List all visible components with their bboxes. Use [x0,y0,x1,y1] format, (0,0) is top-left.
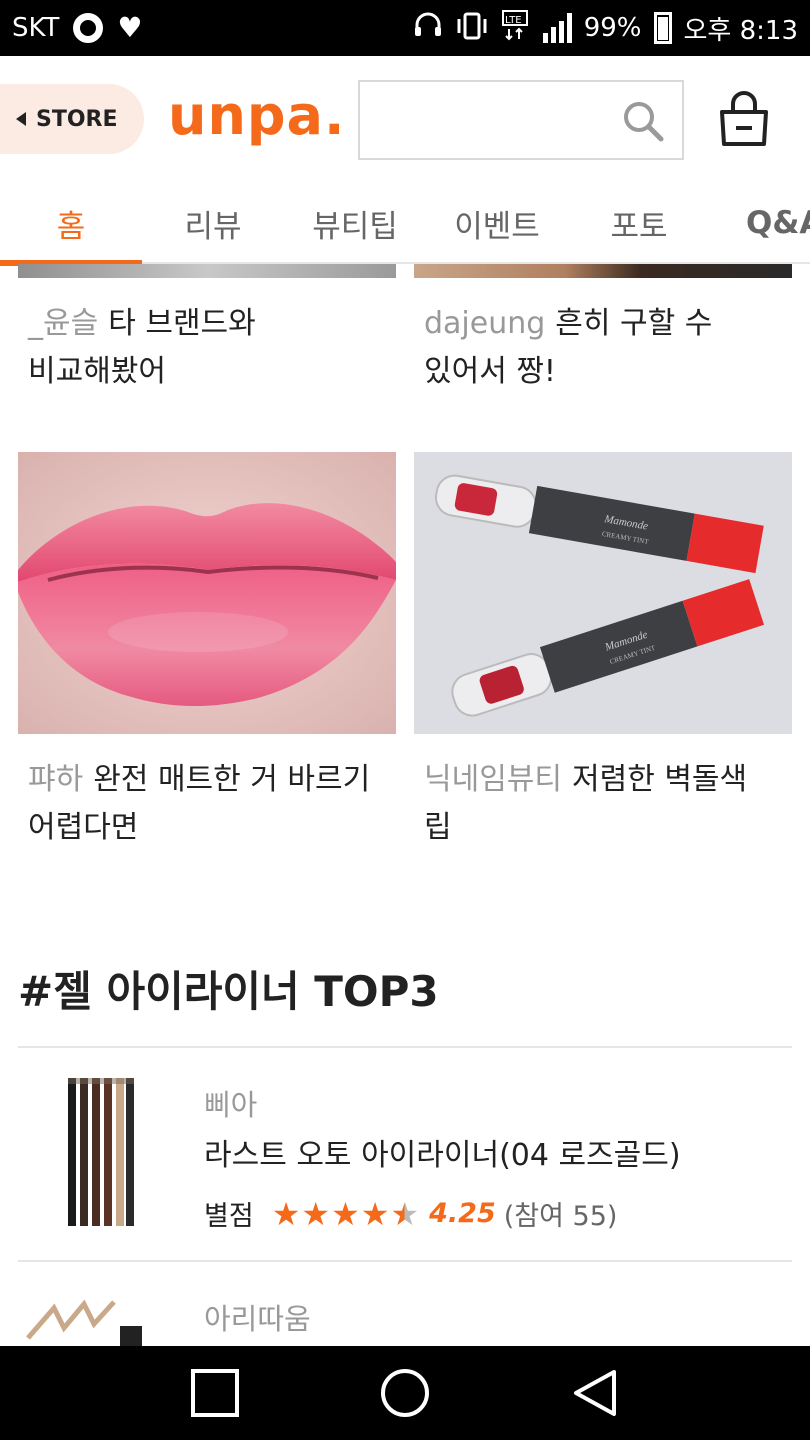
battery-icon [653,12,672,44]
tab-home[interactable]: 홈 [0,182,142,266]
clock: 오후 8:13 [683,15,799,46]
product-image [68,1078,134,1226]
back-button[interactable] [565,1363,625,1423]
review-caption-4[interactable]: 닉네임뷰티 저렴한 벽돌색 립 [424,756,804,852]
app-header: STORE unpa. [0,56,810,182]
search-box[interactable] [358,80,684,160]
rating-stars: ★ ★ ★ ★ ★ [272,1198,419,1230]
review-photo-3[interactable] [18,452,396,734]
product-item[interactable]: 아리따움 [18,1262,792,1346]
recent-apps-button[interactable] [185,1363,245,1423]
review-photo-4[interactable]: Mamonde CREAMY TINT Mamonde CREAMY TINT [414,452,792,734]
search-icon[interactable] [622,100,664,142]
star-icon: ★ [271,1194,301,1233]
vibrate-icon [455,11,489,46]
review-text-2: 어렵다면 [28,810,139,845]
back-arrow-icon [16,112,26,126]
review-caption-2[interactable]: dajeung 흔히 구할 수 있어서 짱! [424,300,804,396]
carrier-label: SKT [12,13,60,43]
star-icon: ★ [301,1194,331,1233]
star-icon: ★ [360,1194,390,1233]
review-user: dajeung [424,306,546,341]
circle-icon [381,1369,429,1417]
product-item[interactable]: 삐아 라스트 오토 아이라이너(04 로즈골드) 별점 ★ ★ ★ ★ ★ 4.… [18,1048,792,1260]
review-text-2: 비교해봤어 [28,354,166,389]
review-text: 타 브랜드와 [108,306,256,341]
product-name: 라스트 오토 아이라이너(04 로즈골드) [204,1138,681,1173]
lte-label: LTE [505,15,522,26]
review-text: 흔히 구할 수 [555,306,713,341]
rating-score: 4.25 [429,1198,496,1229]
store-button[interactable]: STORE [0,84,144,154]
star-icon: ★ [331,1194,360,1233]
review-user: _윤슬 [28,306,99,341]
tab-beauty-tip[interactable]: 뷰티팁 [284,182,426,264]
store-label: STORE [36,106,118,132]
review-user: 퍄하 [28,762,84,797]
product-brand: 삐아 [204,1088,258,1122]
tab-qa[interactable]: Q&A [710,182,810,264]
review-text-2: 립 [424,810,452,845]
status-bar: SKT ♥ LTE 99% 오후 8:13 [0,0,810,56]
review-caption-1[interactable]: _윤슬 타 브랜드와 비교해봤어 [28,300,408,396]
product-brand: 아리따움 [204,1302,311,1336]
review-text: 완전 매트한 거 바르기 [93,762,371,797]
half-star-icon: ★ [390,1194,420,1233]
review-text: 저렴한 벽돌색 [572,762,748,797]
heart-icon: ♥ [117,11,143,44]
review-photo-1[interactable] [18,264,396,278]
tab-event[interactable]: 이벤트 [426,182,568,264]
ring-icon [73,13,104,43]
tab-review[interactable]: 리뷰 [142,182,284,264]
tab-photo[interactable]: 포토 [568,182,710,264]
battery-percent: 99% [583,13,642,43]
lte-icon: LTE [501,9,531,48]
headset-icon [413,11,443,46]
signal-icon [542,13,572,43]
search-input[interactable] [360,82,610,158]
android-nav-bar [0,1346,810,1440]
section-title: #젤 아이라이너 TOP3 [18,967,439,1016]
rating-label: 별점 [204,1201,254,1232]
product-image [26,1299,142,1346]
review-text-2: 있어서 짱! [424,354,556,389]
product-rating: 별점 ★ ★ ★ ★ ★ 4.25 (참여 55) [204,1194,617,1233]
shopping-bag-icon[interactable] [716,90,772,150]
unpa-logo[interactable]: unpa. [168,84,346,147]
home-button[interactable] [375,1363,435,1423]
rating-count: (참여 55) [503,1201,618,1232]
category-tabs: 홈 리뷰 뷰티팁 이벤트 포토 Q&A [0,182,810,266]
review-user: 닉네임뷰티 [424,762,562,797]
review-caption-3[interactable]: 퍄하 완전 매트한 거 바르기 어렵다면 [28,756,408,852]
square-icon [191,1369,239,1417]
back-triangle-icon [574,1370,616,1416]
review-photo-2[interactable] [414,264,792,278]
